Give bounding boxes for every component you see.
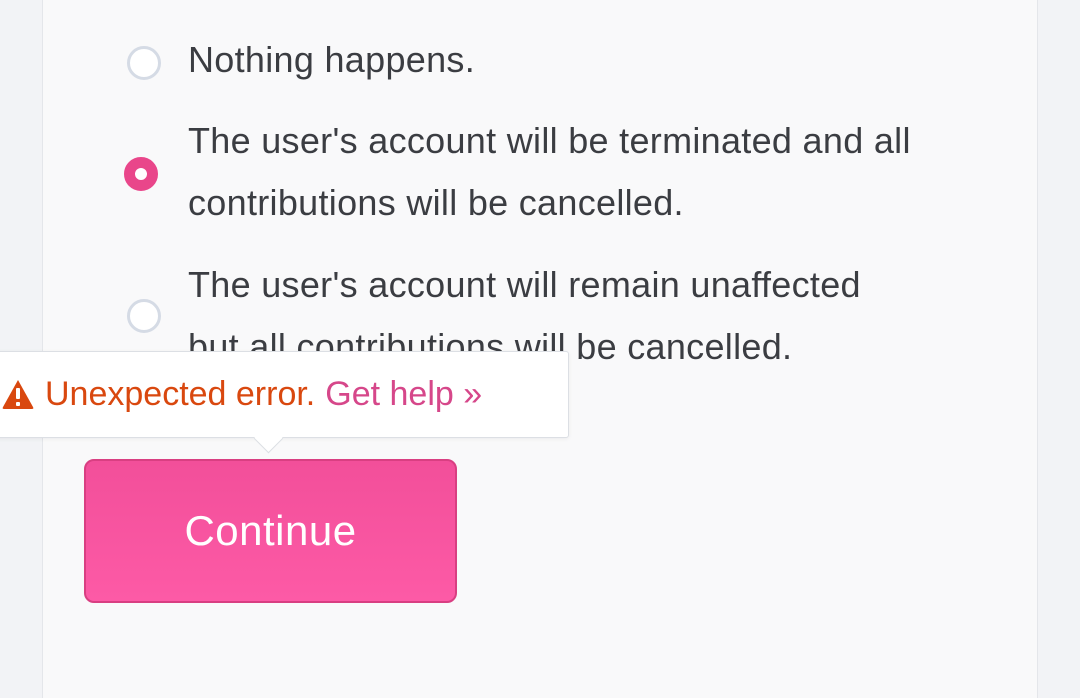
radio-button-option-1[interactable] (127, 46, 161, 80)
option-label-line: Nothing happens. (188, 39, 476, 80)
error-tooltip: Unexpected error. Get help » (0, 351, 569, 438)
option-label-line: contributions will be cancelled. (188, 182, 684, 223)
option-label: Nothing happens. (188, 29, 475, 91)
get-help-link[interactable]: Get help » (325, 370, 482, 418)
error-text: Unexpected error. (45, 375, 316, 413)
option-label-line: The user's account will remain unaffecte… (188, 264, 861, 305)
continue-button[interactable]: Continue (84, 459, 457, 603)
warning-triangle-icon (2, 380, 34, 409)
radio-button-option-3[interactable] (127, 299, 161, 333)
error-message: Unexpected error. Get help » (1, 370, 482, 418)
radio-button-option-2-selected[interactable] (124, 157, 158, 191)
option-label: The user's account will be terminated an… (188, 110, 911, 234)
option-label-line: The user's account will be terminated an… (188, 120, 911, 161)
